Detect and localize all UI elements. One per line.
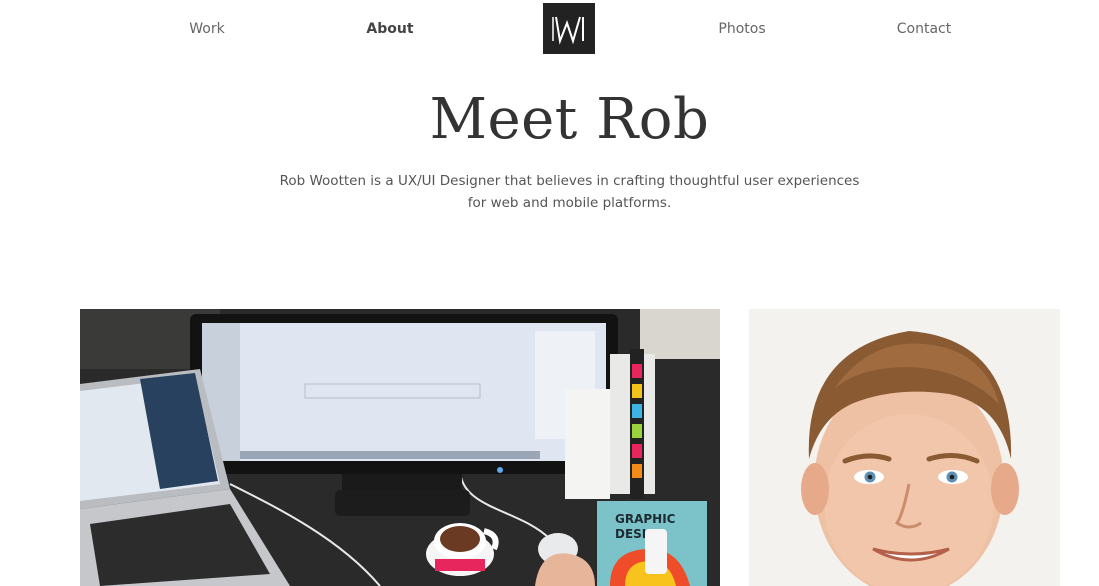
- intro-description: Rob Wootten is a UX/UI Designer that bel…: [279, 173, 860, 211]
- nav-link-about[interactable]: About: [366, 18, 413, 40]
- page-title: Meet Rob: [429, 87, 710, 152]
- nav-link-photos[interactable]: Photos: [718, 18, 765, 40]
- nav-link-contact[interactable]: Contact: [897, 18, 951, 40]
- book-title-line1: GRAPHIC: [615, 512, 676, 526]
- main-nav: Work About Photos Contact: [0, 0, 1099, 58]
- w-monogram-logo-icon[interactable]: [543, 3, 595, 54]
- desk-workspace-photo: GRAPHIC DESI: [80, 309, 720, 586]
- book-title-line2: DESI: [615, 527, 646, 541]
- rob-portrait-photo: [749, 309, 1060, 586]
- nav-link-work[interactable]: Work: [189, 18, 224, 40]
